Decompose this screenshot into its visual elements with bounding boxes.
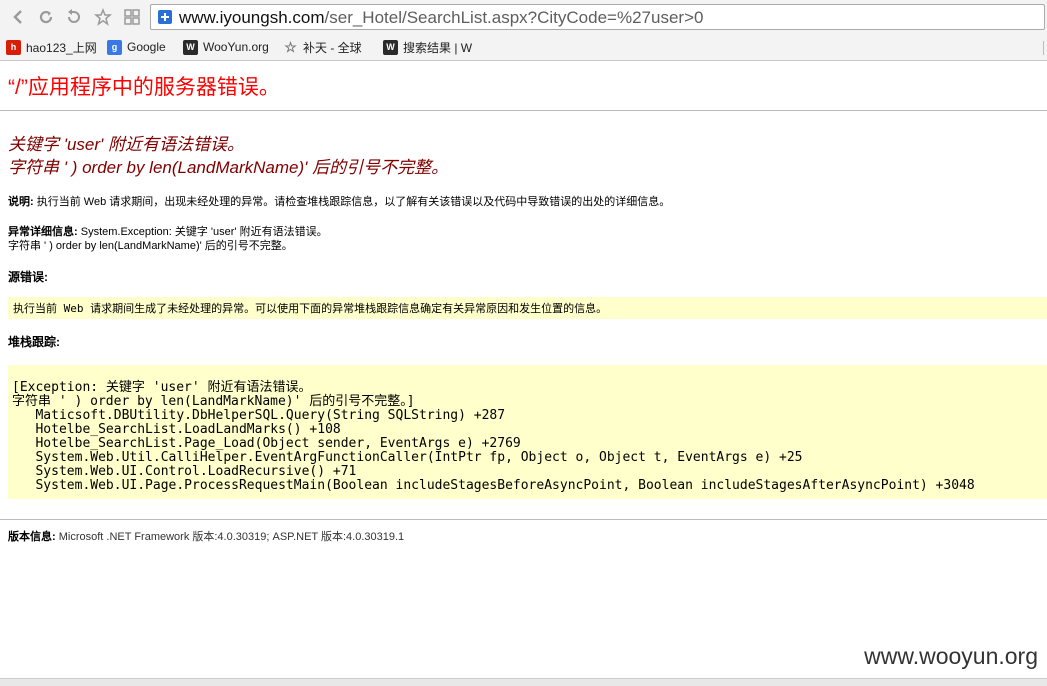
- url-path: /ser_Hotel/SearchList.aspx?CityCode=%27u…: [324, 8, 704, 27]
- version-info: 版本信息: Microsoft .NET Framework 版本:4.0.30…: [8, 528, 404, 544]
- exception-line-2: 字符串 ' ) order by len(LandMarkName)' 后的引号…: [8, 240, 293, 252]
- source-error-box: 执行当前 Web 请求期间生成了未经处理的异常。可以使用下面的异常堆栈跟踪信息确…: [8, 297, 1047, 319]
- refresh-icon[interactable]: [36, 7, 56, 27]
- wooyun-icon: W: [383, 39, 398, 55]
- grid-icon[interactable]: [122, 7, 142, 27]
- bookmark-label: Google: [127, 40, 166, 54]
- bookmark-wooyun[interactable]: W WooYun.org: [183, 38, 273, 56]
- version-label: 版本信息:: [8, 531, 56, 543]
- divider: [0, 110, 1047, 111]
- url-domain: www.iyoungsh.com: [179, 8, 325, 27]
- version-text: Microsoft .NET Framework 版本:4.0.30319; A…: [55, 531, 405, 543]
- stack-line: 字符串 ' ) order by len(LandMarkName)' 后的引号…: [12, 394, 415, 409]
- star-icon: ☆: [284, 38, 297, 55]
- bookmark-label: hao123_上网: [26, 40, 97, 55]
- source-error-text: 执行当前 Web 请求期间生成了未经处理的异常。可以使用下面的异常堆栈跟踪信息确…: [13, 302, 608, 315]
- bookmark-search-results[interactable]: W 搜索结果 | W: [383, 38, 473, 56]
- site-shield-icon: [158, 10, 172, 24]
- google-icon: g: [107, 39, 122, 55]
- stack-line: [Exception: 关键字 'user' 附近有语法错误。: [12, 380, 312, 395]
- stack-trace-box: [Exception: 关键字 'user' 附近有语法错误。 字符串 ' ) …: [8, 365, 1047, 499]
- bookmark-label: 搜索结果 | W: [403, 40, 473, 55]
- description-text: 执行当前 Web 请求期间，出现未经处理的异常。请检查堆栈跟踪信息，以了解有关该…: [33, 196, 671, 208]
- stack-line: Hotelbe_SearchList.LoadLandMarks() +108: [12, 422, 341, 437]
- browser-toolbar: www.iyoungsh.com/ser_Hotel/SearchList.as…: [0, 0, 1047, 35]
- source-error-label: 源错误:: [8, 270, 48, 284]
- watermark: www.wooyun.org: [864, 643, 1038, 669]
- bookmark-butian[interactable]: ☆ 补天 - 全球: [283, 38, 371, 56]
- page-content: “/”应用程序中的服务器错误。 关键字 'user' 附近有语法错误。 字符串 …: [0, 61, 1047, 678]
- error-message-line-1: 关键字 'user' 附近有语法错误。: [8, 135, 245, 154]
- divider: [0, 519, 1047, 520]
- stack-line: Hotelbe_SearchList.Page_Load(Object send…: [12, 436, 521, 451]
- page-title: “/”应用程序中的服务器错误。: [8, 76, 280, 99]
- stack-trace-label: 堆栈跟踪:: [8, 335, 60, 349]
- bookmark-google[interactable]: g Google: [107, 38, 177, 56]
- undo-close-tab-icon[interactable]: [64, 7, 84, 27]
- bookmark-hao123[interactable]: h hao123_上网: [6, 38, 98, 56]
- star-icon[interactable]: [93, 7, 113, 27]
- address-bar[interactable]: www.iyoungsh.com/ser_Hotel/SearchList.as…: [150, 4, 1045, 30]
- stack-line: System.Web.UI.Page.ProcessRequestMain(Bo…: [12, 478, 975, 493]
- url-text[interactable]: www.iyoungsh.com/ser_Hotel/SearchList.as…: [179, 8, 703, 28]
- back-icon[interactable]: [9, 7, 29, 27]
- stack-line: System.Web.Util.CalliHelper.EventArgFunc…: [12, 450, 803, 465]
- bookmarks-divider: [1043, 41, 1044, 55]
- description-paragraph: 说明: 执行当前 Web 请求期间，出现未经处理的异常。请检查堆栈跟踪信息，以了…: [8, 193, 670, 209]
- error-message-line-2: 字符串 ' ) order by len(LandMarkName)' 后的引号…: [8, 158, 449, 177]
- bookmarks-bar: h hao123_上网 g Google W WooYun.org ☆ 补天 -…: [0, 35, 1047, 61]
- wooyun-icon: W: [183, 39, 198, 55]
- hao123-icon: h: [6, 39, 21, 55]
- stack-line: Maticsoft.DBUtility.DbHelperSQL.Query(St…: [12, 408, 506, 423]
- bookmark-label: 补天 - 全球: [303, 40, 362, 55]
- description-label: 说明:: [8, 196, 34, 208]
- bookmark-label: WooYun.org: [203, 40, 269, 54]
- stack-line: System.Web.UI.Control.LoadRecursive() +7…: [12, 464, 357, 479]
